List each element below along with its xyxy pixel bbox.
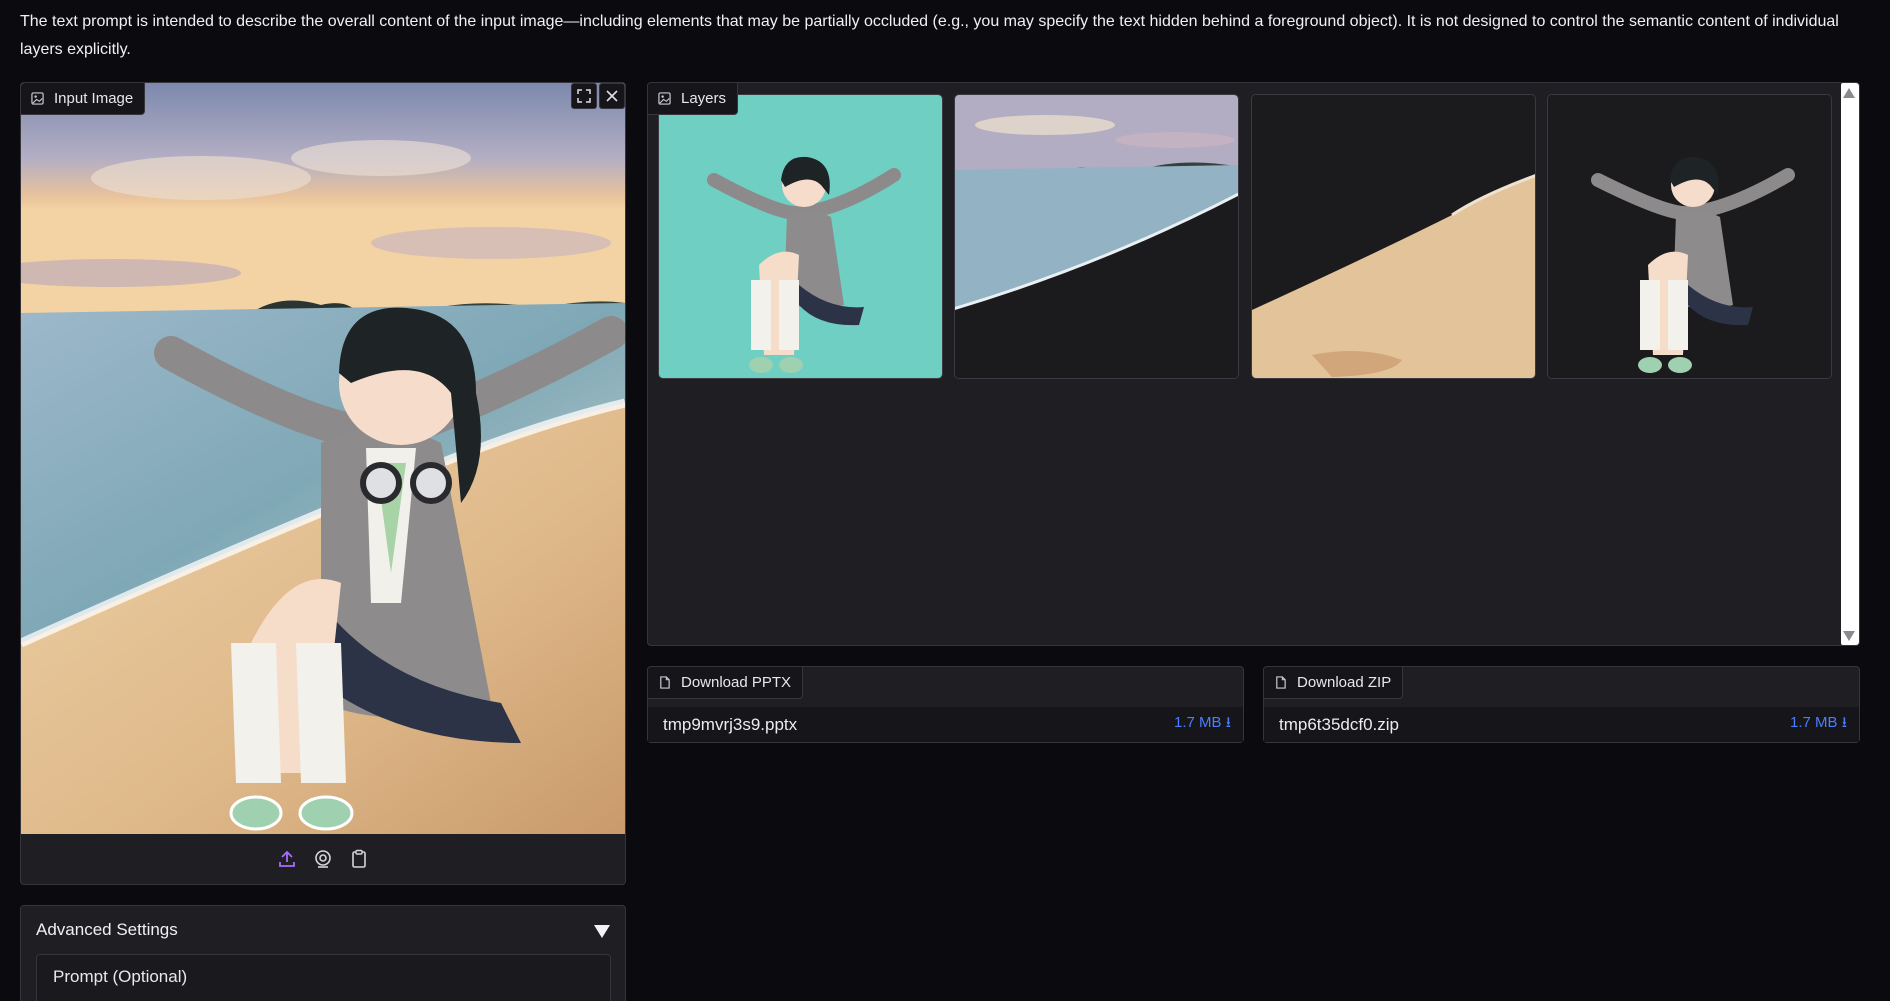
prompt-label: Prompt (Optional): [53, 967, 188, 986]
pptx-file-size: 1.7 MB: [1174, 714, 1222, 731]
download-zip-tag: Download ZIP: [1264, 667, 1404, 699]
advanced-settings-panel[interactable]: Advanced Settings Prompt (Optional): [20, 905, 626, 1001]
download-pptx-label: Download PPTX: [681, 674, 792, 691]
zip-download-link[interactable]: 1.7 MB ⭳: [1790, 712, 1847, 737]
caret-down-icon[interactable]: [593, 924, 611, 939]
layers-tag: Layers: [648, 83, 739, 115]
image-icon: [31, 92, 44, 105]
layers-label: Layers: [681, 90, 727, 107]
download-zip-panel: Download ZIP tmp6t35dcf0.zip 1.7 MB ⭳: [1263, 666, 1860, 743]
image-icon: [658, 92, 671, 105]
pptx-file-name[interactable]: tmp9mvrj3s9.pptx: [663, 715, 797, 735]
fullscreen-icon[interactable]: [571, 83, 597, 109]
image-source-toolbar: [21, 834, 625, 884]
webcam-icon[interactable]: [311, 847, 335, 871]
pptx-download-link[interactable]: 1.7 MB ⭳: [1174, 712, 1231, 737]
scroll-down-icon[interactable]: [1843, 631, 1855, 641]
prompt-description: The text prompt is intended to describe …: [20, 13, 1839, 58]
layer-thumbnail[interactable]: [1251, 94, 1536, 379]
layers-scrollbar[interactable]: [1841, 83, 1859, 645]
image-toolbar: [571, 83, 625, 109]
download-arrow-icon[interactable]: ⭳: [1842, 714, 1847, 731]
zip-file-size: 1.7 MB: [1790, 714, 1838, 731]
zip-file-row[interactable]: tmp6t35dcf0.zip 1.7 MB ⭳: [1264, 707, 1859, 742]
close-icon[interactable]: [599, 83, 625, 109]
clipboard-icon[interactable]: [347, 847, 371, 871]
scrollbar-thumb[interactable]: [1841, 83, 1859, 645]
layer-thumbnail[interactable]: [954, 94, 1239, 379]
advanced-settings-title[interactable]: Advanced Settings: [36, 920, 178, 940]
input-image-tag: Input Image: [21, 83, 146, 115]
scroll-up-icon[interactable]: [1843, 88, 1855, 98]
download-zip-label: Download ZIP: [1297, 674, 1392, 691]
file-icon: [660, 676, 670, 689]
file-icon: [1276, 676, 1286, 689]
input-image: [21, 83, 625, 834]
download-pptx-panel: Download PPTX tmp9mvrj3s9.pptx 1.7 MB ⭳: [647, 666, 1244, 743]
download-arrow-icon[interactable]: ⭳: [1226, 714, 1231, 731]
prompt-field[interactable]: Prompt (Optional): [36, 954, 611, 1001]
input-image-panel[interactable]: Input Image: [20, 82, 626, 885]
pptx-file-row[interactable]: tmp9mvrj3s9.pptx 1.7 MB ⭳: [648, 707, 1243, 742]
layers-gallery: Layers: [647, 82, 1860, 646]
layer-thumbnail[interactable]: [658, 94, 943, 379]
input-image-label: Input Image: [54, 90, 134, 107]
download-pptx-tag: Download PPTX: [648, 667, 804, 699]
zip-file-name[interactable]: tmp6t35dcf0.zip: [1279, 715, 1399, 735]
layer-thumbnail[interactable]: [1547, 94, 1832, 379]
upload-icon[interactable]: [275, 847, 299, 871]
